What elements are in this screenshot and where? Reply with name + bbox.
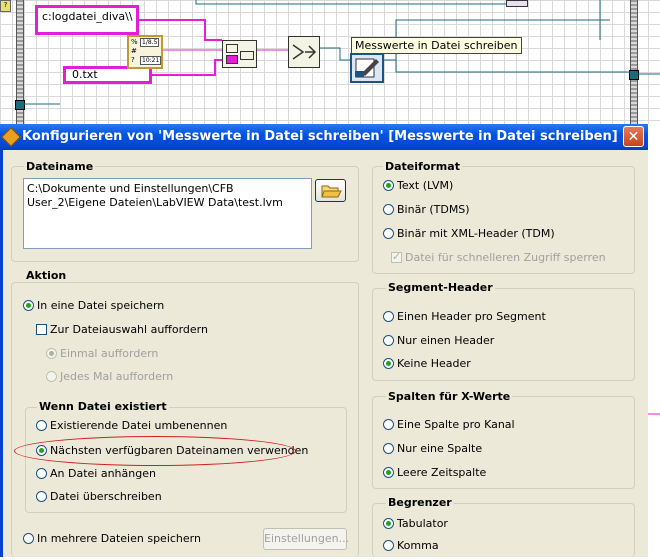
close-button[interactable]: ✕ (623, 126, 644, 147)
radio-ask-always-label: Jedes Mal auffordern (60, 370, 174, 383)
radio-rename-existing[interactable]: Existierende Datei umbenennen (36, 419, 227, 432)
radio-tab-label: Tabulator (397, 517, 448, 530)
radio-dot (383, 358, 394, 369)
path-constant-folder[interactable]: c:logdatei_diva\\ (35, 5, 139, 35)
browse-button[interactable] (315, 179, 346, 202)
radio-dot (383, 540, 394, 551)
radio-format-text-label: Text (LVM) (397, 179, 454, 192)
radio-dot (36, 491, 47, 502)
radio-append-label: An Datei anhängen (50, 467, 156, 480)
radio-format-text[interactable]: Text (LVM) (383, 179, 453, 192)
merge-arrows-icon (292, 44, 317, 60)
delimiter-group-label: Begrenzer (386, 496, 454, 509)
radio-next-filename[interactable]: Nächsten verfügbaren Dateinamen verwende… (36, 444, 308, 457)
format-node-label-2: 10:21 (140, 56, 162, 65)
radio-dot (383, 180, 394, 191)
radio-overwrite[interactable]: Datei überschreiben (36, 490, 162, 503)
radio-dot (383, 228, 394, 239)
radio-multiple-files-label: In mehrere Dateien speichern (37, 532, 201, 545)
radio-one-header-label: Nur einen Header (397, 334, 495, 347)
merge-signals-node[interactable] (288, 36, 320, 68)
radio-next-filename-label: Nächsten verfügbaren Dateinamen verwende… (50, 444, 309, 457)
partial-node (506, 0, 528, 7)
checkbox-lock-file[interactable]: Datei für schnelleren Zugriff sperren (391, 250, 606, 264)
filename-group-label: Dateiname (24, 160, 96, 173)
radio-format-tdms-label: Binär (TDMS) (397, 203, 470, 216)
checkbox-prompt-file[interactable]: Zur Dateiauswahl auffordern (36, 323, 208, 336)
folder-open-icon (320, 185, 342, 198)
build-path-glyph (226, 55, 238, 64)
radio-one-column[interactable]: Nur eine Spalte (383, 442, 482, 455)
action-group-label: Aktion (24, 269, 69, 282)
radio-multiple-files[interactable]: In mehrere Dateien speichern (23, 532, 201, 545)
close-icon: ✕ (627, 129, 640, 145)
path-constant-extension-text: 0.txt (72, 68, 98, 81)
checkbox-lock-file-label: Datei für schnelleren Zugriff sperren (405, 251, 606, 264)
build-path-node[interactable] (222, 40, 257, 68)
radio-dot (383, 467, 394, 478)
radio-ask-once[interactable]: Einmal auffordern (46, 347, 158, 360)
radio-one-column-label: Nur eine Spalte (397, 442, 483, 455)
radio-dot (36, 445, 47, 456)
radio-no-header[interactable]: Keine Header (383, 357, 471, 370)
format-node-label-1: 1/8.5 (140, 38, 160, 47)
filename-field[interactable]: C:\Dokumente und Einstellungen\CFB User_… (23, 178, 312, 249)
radio-dot (36, 420, 47, 431)
path-constant-folder-text: c:logdatei_diva\\ (42, 10, 133, 23)
radio-ask-once-label: Einmal auffordern (60, 347, 159, 360)
write-measurement-file-vi[interactable] (350, 53, 384, 83)
radio-dot (383, 335, 394, 346)
radio-dot (36, 468, 47, 479)
block-diagram: ? c:logdatei_diva\\ 0.txt 1/8.5 10:21 % #… (0, 0, 660, 124)
radio-header-per-segment-label: Einen Header pro Segment (397, 310, 546, 323)
radio-dot (383, 443, 394, 454)
radio-empty-time-column[interactable]: Leere Zeitspalte (383, 466, 486, 479)
radio-dot (383, 204, 394, 215)
file-format-group-label: Dateiformat (383, 160, 462, 173)
radio-dot (383, 518, 394, 529)
radio-dot (46, 348, 57, 359)
checkbox-prompt-file-label: Zur Dateiauswahl auffordern (50, 323, 208, 336)
segment-header-group-label: Segment-Header (386, 281, 495, 294)
radio-no-header-label: Keine Header (397, 357, 471, 370)
radio-ask-always[interactable]: Jedes Mal auffordern (46, 370, 173, 383)
dialog-title: Konfigurieren von 'Messwerte in Datei sc… (22, 129, 618, 144)
radio-dot (23, 300, 34, 311)
checkbox-box (36, 324, 47, 335)
radio-header-per-segment[interactable]: Einen Header pro Segment (383, 310, 546, 323)
radio-dot (23, 533, 34, 544)
radio-format-tdm-label: Binär mit XML-Header (TDM) (397, 227, 555, 240)
build-path-glyph (226, 44, 238, 53)
format-node-glyphs: % #? (131, 38, 138, 64)
radio-single-file[interactable]: In eine Datei speichern (23, 299, 164, 312)
radio-append[interactable]: An Datei anhängen (36, 467, 156, 480)
dialog-titlebar[interactable]: Konfigurieren von 'Messwerte in Datei sc… (0, 124, 648, 150)
labview-icon (1, 127, 21, 147)
radio-column-per-channel-label: Eine Spalte pro Kanal (397, 418, 515, 431)
radio-one-header[interactable]: Nur einen Header (383, 334, 494, 347)
pen-paper-icon (355, 58, 379, 78)
background-window-edge (648, 124, 660, 557)
radio-tab[interactable]: Tabulator (383, 517, 448, 530)
radio-overwrite-label: Datei überschreiben (50, 490, 162, 503)
x-columns-group-label: Spalten für X-Werte (386, 390, 513, 403)
radio-format-tdms[interactable]: Binär (TDMS) (383, 203, 470, 216)
build-path-glyph (240, 51, 254, 60)
radio-format-tdm[interactable]: Binär mit XML-Header (TDM) (383, 227, 555, 240)
node-tooltip: Messwerte in Datei schreiben (351, 37, 522, 54)
radio-single-file-label: In eine Datei speichern (37, 299, 165, 312)
checkbox-box (391, 250, 402, 263)
radio-comma[interactable]: Komma (383, 539, 439, 552)
radio-dot (383, 419, 394, 430)
file-exists-group-label: Wenn Datei existiert (37, 400, 169, 413)
radio-comma-label: Komma (397, 539, 439, 552)
background-wires (648, 413, 660, 415)
radio-dot (383, 311, 394, 322)
radio-empty-time-column-label: Leere Zeitspalte (397, 466, 487, 479)
format-string-node[interactable]: 1/8.5 10:21 % #? (127, 35, 163, 69)
radio-column-per-channel[interactable]: Eine Spalte pro Kanal (383, 418, 515, 431)
settings-button[interactable]: Einstellungen... (263, 528, 349, 550)
radio-rename-existing-label: Existierende Datei umbenennen (50, 419, 228, 432)
radio-dot (46, 371, 57, 382)
